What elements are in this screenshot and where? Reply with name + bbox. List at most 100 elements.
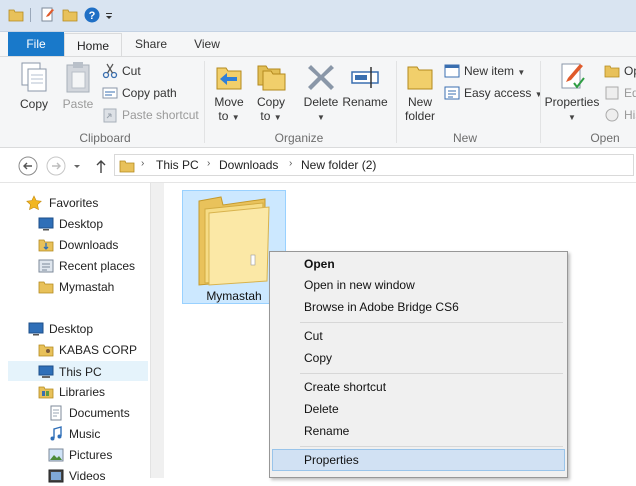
up-icon[interactable] [94,156,108,176]
paste-button[interactable]: Paste [56,61,100,111]
new-folder-quick-icon[interactable] [62,7,78,23]
menu-item-create-shortcut[interactable]: Create shortcut [272,376,565,398]
sidebar-item-label: Favorites [49,196,99,210]
sidebar-item-recent-places[interactable]: Recent places [8,256,148,276]
forward-icon[interactable] [46,156,66,176]
move-to-icon [216,67,242,90]
paste-shortcut-label: Paste shortcut [122,108,199,122]
navigation-pane: Favorites Desktop Downloads Recent place… [0,183,150,483]
menu-item-copy[interactable]: Copy [272,347,565,369]
properties-label: Properties [544,95,600,109]
menu-separator [300,446,563,447]
menu-item-browse-adobe-bridge[interactable]: Browse in Adobe Bridge CS6 [272,296,565,318]
customize-toolbar-icon[interactable] [104,7,114,23]
sidebar-item-this-pc[interactable]: This PC [8,361,148,381]
sidebar-item-label: Libraries [59,385,106,399]
breadcrumb-chevron-icon[interactable]: › [207,158,210,169]
recent-locations-icon[interactable] [72,156,82,176]
tab-file[interactable]: File [8,32,64,56]
sidebar-item-label: KABAS CORP [59,343,138,357]
videos-icon [48,469,64,483]
sidebar-item-desktop-favorite[interactable]: Desktop [8,214,148,234]
star-icon [26,195,42,211]
desktop-icon [28,322,44,336]
copy-path-button[interactable]: Copy path [102,83,192,103]
help-icon[interactable]: ? [84,7,100,23]
tab-share[interactable]: Share [128,32,174,56]
ribbon-tabs: File Home Share View [0,32,636,57]
menu-item-delete[interactable]: Delete [272,398,565,420]
history-button[interactable]: His [604,105,636,125]
menu-item-open[interactable]: Open [272,253,565,275]
copy-button[interactable]: Copy [12,61,56,111]
menu-separator [300,373,563,374]
delete-button[interactable]: Delete ▼ [300,61,342,125]
sidebar-item-kabas-corp[interactable]: KABAS CORP [8,340,148,360]
properties-button[interactable]: Properties ▼ [544,61,600,125]
move-to-button[interactable]: Move to ▼ [208,61,250,125]
sidebar-item-desktop[interactable]: Desktop [8,319,148,339]
dropdown-arrow-icon: ▼ [273,113,282,122]
sidebar-item-label: Desktop [59,217,104,231]
sidebar-item-label: Downloads [59,238,119,252]
computer-icon [38,365,54,378]
divider [204,61,205,143]
folder-icon [8,9,24,22]
clipboard-group-label: Clipboard [79,131,131,145]
divider [540,61,541,143]
sidebar-item-downloads[interactable]: Downloads [8,235,148,255]
address-bar[interactable]: › This PC › Downloads › New folder (2) [114,154,634,176]
rename-button[interactable]: Rename [342,61,388,109]
menu-separator [300,322,563,323]
sidebar-item-documents[interactable]: Documents [8,403,148,423]
sidebar-item-libraries[interactable]: Libraries [8,382,148,402]
copy-path-label: Copy path [122,86,177,100]
sidebar-item-videos[interactable]: Videos [8,466,148,486]
new-item-button[interactable]: New item ▼ [444,61,534,81]
sidebar-item-label: Pictures [69,448,113,462]
history-icon [605,108,619,122]
paste-label: Paste [62,97,94,111]
menu-item-rename[interactable]: Rename [272,420,565,442]
new-folder-button[interactable]: New folder [400,61,440,123]
easy-access-label: Easy access ▼ [464,86,543,100]
music-icon [50,426,62,441]
scissors-icon [102,63,118,79]
paste-shortcut-button[interactable]: Paste shortcut [102,105,202,125]
breadcrumb-chevron-icon[interactable]: › [289,158,292,169]
sidebar-item-pictures[interactable]: Pictures [8,445,148,465]
breadcrumb-downloads[interactable]: Downloads [219,158,278,172]
easy-access-button[interactable]: Easy access ▼ [444,83,543,103]
menu-item-cut[interactable]: Cut [272,325,565,347]
paste-shortcut-icon [103,108,117,123]
sidebar-item-favorites[interactable]: Favorites [8,193,148,213]
sidebar-item-label: Desktop [49,322,94,336]
copy-to-label-2: to [260,109,271,123]
history-label: His [624,108,636,122]
menu-item-properties[interactable]: Properties [272,449,565,471]
tab-view[interactable]: View [184,32,230,56]
documents-icon [50,405,62,421]
breadcrumb-new-folder-2[interactable]: New folder (2) [301,158,376,172]
divider [30,8,31,22]
rename-label: Rename [342,95,388,109]
breadcrumb-chevron-icon[interactable]: › [141,158,144,169]
breadcrumb-this-pc[interactable]: This PC [156,158,199,172]
sidebar-item-label: Videos [69,469,106,483]
back-icon[interactable] [18,156,38,176]
sidebar-item-music[interactable]: Music [8,424,148,444]
open-folder-icon [604,65,620,78]
tab-home[interactable]: Home [64,33,122,57]
edit-button[interactable]: Ed [604,83,636,103]
copy-to-icon [257,65,286,91]
copy-to-button[interactable]: Copy to ▼ [252,61,290,125]
cut-button[interactable]: Cut [102,61,192,81]
desktop-icon [38,217,54,231]
properties-quick-icon[interactable] [40,7,56,23]
menu-item-open-new-window[interactable]: Open in new window [272,274,565,296]
paste-icon [66,62,90,93]
move-to-label: Move [214,95,244,109]
navigation-pane-scrollbar[interactable] [150,183,164,478]
sidebar-item-mymastah[interactable]: Mymastah [8,277,148,297]
open-button[interactable]: Op [604,61,636,81]
